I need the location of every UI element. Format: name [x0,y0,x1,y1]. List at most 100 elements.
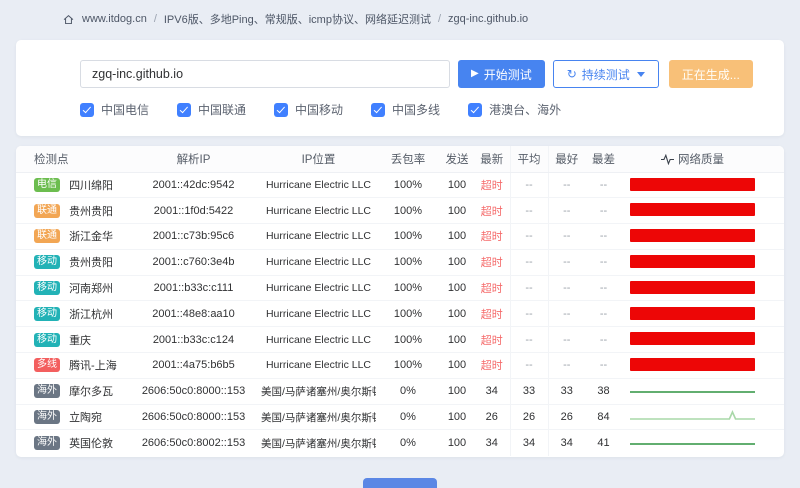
isp-checkbox-row: 中国电信 中国联通 中国移动 中国多线 港澳台、海外 [80,101,784,118]
latest-value: 超时 [474,249,510,275]
best-value: 26 [548,404,585,430]
table-header: 检测点 解析IP IP位置 丢包率 发送 最新 平均 最好 最差 网络质量 [16,146,784,172]
table-row: 移动 河南郑州 2001::b33c:c111 Hurricane Electr… [16,275,784,301]
play-icon: ▶ [471,69,479,79]
network-quality-graph [630,358,755,374]
header-loss: 丢包率 [376,146,440,172]
breadcrumb-target[interactable]: zgq-inc.github.io [448,13,528,25]
latest-value: 超时 [474,275,510,301]
network-quality-graph [630,203,755,219]
network-quality-graph [630,435,755,451]
header-location: IP位置 [261,146,376,172]
table-body: 电信 四川绵阳 2001::42dc:9542 Hurricane Electr… [16,172,784,456]
loss-rate: 0% [376,430,440,456]
resolved-ip: 2001::48e8:aa10 [126,301,261,327]
node-name: 贵州贵阳 [69,257,113,269]
isp-badge: 移动 [34,281,60,295]
ip-location: Hurricane Electric LLC [261,198,376,224]
latest-value: 34 [474,430,510,456]
avg-value: -- [510,224,548,250]
node-name: 立陶宛 [69,412,102,424]
table-row: 海外 立陶宛 2606:50c0:8000::153 美国/马萨诸塞州/奥尔斯顿… [16,404,784,430]
breadcrumb-separator: / [154,13,157,25]
loss-rate: 100% [376,275,440,301]
isp-badge: 移动 [34,255,60,269]
start-test-button[interactable]: ▶ 开始测试 [458,60,545,88]
network-quality-graph [630,383,755,399]
node-name: 腾讯-上海 [69,360,117,372]
latest-value: 26 [474,404,510,430]
breadcrumb: www.itdog.cn / IPV6版、多地Ping、常规版、icmp协议、网… [0,0,800,27]
generating-button[interactable]: 正在生成... [669,60,753,88]
latest-value: 超时 [474,224,510,250]
worst-value: -- [585,327,622,353]
network-quality-graph [630,178,755,194]
network-quality-graph [630,229,755,245]
sent-count: 100 [440,378,474,404]
node-name: 四川绵阳 [69,180,113,192]
resolved-ip: 2606:50c0:8002::153 [126,430,261,456]
loss-rate: 100% [376,249,440,275]
host-input[interactable] [80,60,450,88]
sent-count: 100 [440,198,474,224]
bottom-blue-bar[interactable] [363,478,437,488]
avg-value: 33 [510,378,548,404]
checkbox-checked-icon[interactable] [371,103,385,117]
table-row: 移动 重庆 2001::b33c:c124 Hurricane Electric… [16,327,784,353]
table-row: 海外 摩尔多瓦 2606:50c0:8000::153 美国/马萨诸塞州/奥尔斯… [16,378,784,404]
best-value: -- [548,327,585,353]
worst-value: -- [585,198,622,224]
loss-rate: 100% [376,353,440,379]
avg-value: -- [510,172,548,198]
node-name: 英国伦敦 [69,438,113,450]
isp-checkbox[interactable]: 中国多线 [371,101,440,118]
checkbox-checked-icon[interactable] [177,103,191,117]
ip-location: 美国/马萨诸塞州/奥尔斯顿/Fastly, Inc. [261,404,376,430]
sent-count: 100 [440,353,474,379]
avg-value: 34 [510,430,548,456]
resolved-ip: 2001::1f0d:5422 [126,198,261,224]
header-latest: 最新 [474,146,510,172]
checkbox-label: 港澳台、海外 [489,101,561,118]
continuous-test-button[interactable]: ↻ 持续测试 [553,60,659,88]
latest-value: 超时 [474,301,510,327]
best-value: -- [548,198,585,224]
resolved-ip: 2001::42dc:9542 [126,172,261,198]
worst-value: 41 [585,430,622,456]
sent-count: 100 [440,249,474,275]
worst-value: -- [585,172,622,198]
isp-checkbox[interactable]: 港澳台、海外 [468,101,561,118]
worst-value: 38 [585,378,622,404]
header-sent: 发送 [440,146,474,172]
breadcrumb-site[interactable]: www.itdog.cn [82,13,147,25]
header-quality-label: 网络质量 [678,154,724,166]
sent-count: 100 [440,275,474,301]
best-value: -- [548,275,585,301]
avg-value: -- [510,198,548,224]
home-icon [62,13,75,26]
ip-location: Hurricane Electric LLC [261,224,376,250]
ip-location: Hurricane Electric LLC [261,353,376,379]
continuous-test-label: 持续测试 [582,66,630,83]
checkbox-label: 中国电信 [101,101,149,118]
isp-checkbox[interactable]: 中国电信 [80,101,149,118]
best-value: 34 [548,430,585,456]
latest-value: 超时 [474,353,510,379]
isp-badge: 移动 [34,307,60,321]
checkbox-checked-icon[interactable] [468,103,482,117]
avg-value: -- [510,301,548,327]
isp-checkbox[interactable]: 中国移动 [274,101,343,118]
sent-count: 100 [440,172,474,198]
table-row: 联通 浙江金华 2001::c73b:95c6 Hurricane Electr… [16,224,784,250]
latest-value: 超时 [474,198,510,224]
resolved-ip: 2001::4a75:b6b5 [126,353,261,379]
checkbox-checked-icon[interactable] [80,103,94,117]
node-name: 浙江金华 [69,231,113,243]
checkbox-checked-icon[interactable] [274,103,288,117]
isp-checkbox[interactable]: 中国联通 [177,101,246,118]
latest-value: 超时 [474,327,510,353]
network-quality-graph [630,255,755,271]
best-value: -- [548,224,585,250]
loss-rate: 0% [376,378,440,404]
header-best: 最好 [548,146,585,172]
